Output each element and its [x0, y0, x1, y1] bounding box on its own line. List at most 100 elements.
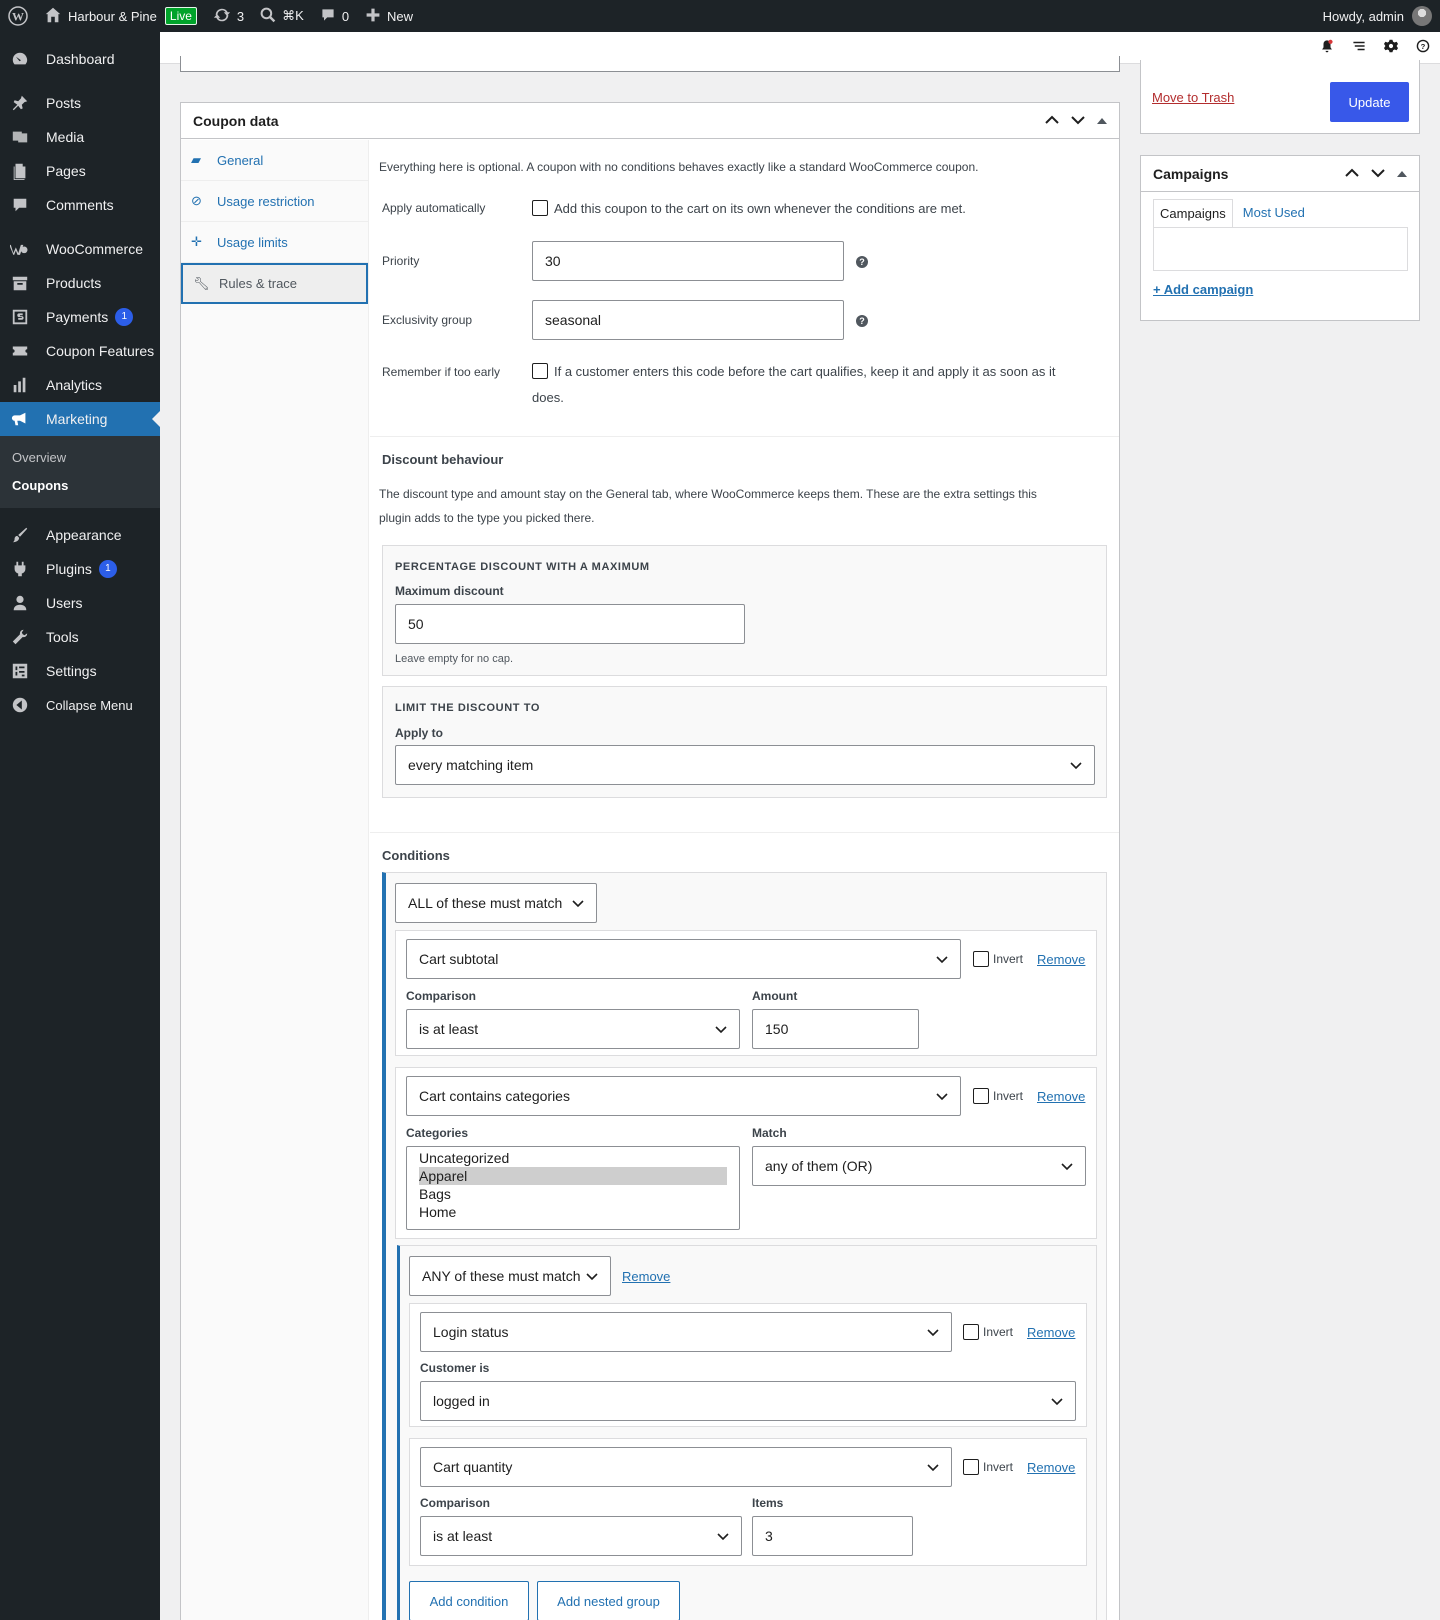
menu-payments[interactable]: Payments 1 — [0, 300, 160, 334]
gear-icon[interactable] — [1384, 39, 1398, 56]
plus-icon — [365, 7, 381, 26]
wordpress-logo-icon[interactable]: W — [0, 0, 36, 32]
condition-type-select[interactable]: Cart contains categories — [406, 1076, 961, 1116]
menu-woocommerce[interactable]: WooCommerce — [0, 232, 160, 266]
invert-checkbox[interactable] — [973, 1088, 989, 1104]
invert-checkbox[interactable] — [963, 1324, 979, 1340]
remember-checkbox[interactable] — [532, 363, 548, 379]
help-icon[interactable]: ? — [1416, 39, 1430, 56]
match-select[interactable]: any of them (OR) — [752, 1146, 1086, 1186]
category-option-selected[interactable]: Apparel — [419, 1167, 727, 1185]
group-match-select[interactable]: ALL of these must match — [395, 883, 597, 923]
menu-media[interactable]: Media — [0, 120, 160, 154]
menu-analytics[interactable]: Analytics — [0, 368, 160, 402]
chevron-down-icon — [586, 1269, 598, 1285]
apply-auto-checkbox[interactable] — [532, 200, 548, 216]
customer-is-select[interactable]: logged in — [420, 1381, 1076, 1421]
intro-text: Everything here is optional. A coupon wi… — [379, 160, 979, 174]
chevron-down-icon — [936, 952, 948, 968]
menu-coupon-features[interactable]: Coupon Features — [0, 334, 160, 368]
exclusivity-input[interactable]: seasonal — [532, 300, 844, 340]
add-campaign-link[interactable]: + Add campaign — [1153, 282, 1253, 297]
toggle-panel-icon[interactable] — [1397, 167, 1407, 181]
condition-type-select[interactable]: Cart quantity — [420, 1447, 952, 1487]
menu-users[interactable]: Users — [0, 586, 160, 620]
menu-dashboard[interactable]: Dashboard — [0, 42, 160, 76]
update-button[interactable]: Update — [1330, 82, 1409, 122]
move-down-icon[interactable] — [1071, 114, 1085, 128]
remove-condition-link[interactable]: Remove — [1037, 952, 1085, 967]
menu-tools[interactable]: Tools — [0, 620, 160, 654]
tab-rules-trace[interactable]: 🔧︎ Rules & trace — [181, 263, 368, 304]
submenu-overview[interactable]: Overview — [0, 444, 160, 472]
menu-appearance[interactable]: Appearance — [0, 518, 160, 552]
command-palette-link[interactable]: ⌘K — [252, 0, 312, 32]
svg-text:W: W — [12, 10, 24, 24]
menu-comments[interactable]: Comments — [0, 188, 160, 222]
menu-settings[interactable]: Settings — [0, 654, 160, 688]
invert-toggle[interactable]: Invert — [973, 1088, 1023, 1104]
invert-toggle[interactable]: Invert — [973, 951, 1023, 967]
chevron-down-icon — [1070, 758, 1082, 774]
menu-pages[interactable]: Pages — [0, 154, 160, 188]
apply-to-select[interactable]: every matching item — [395, 745, 1095, 785]
discount-behaviour-title: Discount behaviour — [382, 452, 504, 467]
site-name-link[interactable]: Harbour & Pine Live — [36, 0, 205, 32]
tab-most-used[interactable]: Most Used — [1233, 199, 1311, 227]
tab-usage-restriction[interactable]: ⊘ Usage restriction — [181, 181, 368, 222]
remove-condition-link[interactable]: Remove — [1037, 1089, 1085, 1104]
menu-marketing[interactable]: Marketing — [0, 402, 160, 436]
move-down-icon[interactable] — [1371, 167, 1385, 181]
move-to-trash-link[interactable]: Move to Trash — [1152, 90, 1234, 105]
comparison-select[interactable]: is at least — [420, 1516, 742, 1556]
remove-group-link[interactable]: Remove — [622, 1269, 670, 1284]
category-option[interactable]: Home — [419, 1203, 727, 1221]
menu-plugins[interactable]: Plugins 1 — [0, 552, 160, 586]
svg-text:?: ? — [1421, 42, 1426, 51]
priority-help-icon[interactable]: ? — [856, 256, 868, 268]
tab-general[interactable]: ▰ General — [181, 140, 368, 181]
condition-type-select[interactable]: Cart subtotal — [406, 939, 961, 979]
items-input[interactable]: 3 — [752, 1516, 913, 1556]
condition-type-select[interactable]: Login status — [420, 1312, 952, 1352]
menu-posts[interactable]: Posts — [0, 86, 160, 120]
comparison-select[interactable]: is at least — [406, 1009, 740, 1049]
media-icon — [10, 127, 30, 147]
category-option[interactable]: Bags — [419, 1185, 727, 1203]
amount-input[interactable]: 150 — [752, 1009, 919, 1049]
invert-toggle[interactable]: Invert — [963, 1459, 1013, 1475]
updates-link[interactable]: 3 — [205, 0, 252, 32]
invert-checkbox[interactable] — [973, 951, 989, 967]
condition-rule: Cart quantity Invert Remove Comparison i… — [409, 1438, 1087, 1566]
add-nested-group-button[interactable]: Add nested group — [537, 1581, 680, 1620]
list-icon[interactable] — [1352, 39, 1366, 56]
notification-bell-icon[interactable] — [1320, 39, 1334, 56]
features-icon — [10, 341, 30, 361]
tab-all-campaigns[interactable]: Campaigns — [1153, 199, 1233, 227]
description-textarea-bottom[interactable] — [180, 56, 1120, 72]
move-up-icon[interactable] — [1045, 114, 1059, 128]
comments-link[interactable]: 0 — [312, 0, 357, 32]
move-up-icon[interactable] — [1345, 167, 1359, 181]
avatar[interactable] — [1412, 6, 1432, 26]
toggle-panel-icon[interactable] — [1097, 114, 1107, 128]
exclusivity-help-icon[interactable]: ? — [856, 315, 868, 327]
remove-condition-link[interactable]: Remove — [1027, 1460, 1075, 1475]
invert-checkbox[interactable] — [963, 1459, 979, 1475]
new-content-link[interactable]: New — [357, 0, 421, 32]
percentage-max-heading: PERCENTAGE DISCOUNT WITH A MAXIMUM — [395, 561, 650, 573]
menu-collapse[interactable]: Collapse Menu — [0, 688, 160, 722]
tab-usage-limits[interactable]: ✛ Usage limits — [181, 222, 368, 263]
invert-toggle[interactable]: Invert — [963, 1324, 1013, 1340]
exclusivity-label: Exclusivity group — [382, 313, 473, 327]
howdy-link[interactable]: Howdy, admin — [1323, 9, 1404, 24]
submenu-coupons[interactable]: Coupons — [0, 472, 160, 500]
add-condition-button[interactable]: Add condition — [409, 1581, 529, 1620]
menu-products[interactable]: Products — [0, 266, 160, 300]
priority-input[interactable]: 30 — [532, 241, 844, 281]
max-discount-input[interactable]: 50 — [395, 604, 745, 644]
category-option[interactable]: Uncategorized — [419, 1149, 727, 1167]
remove-condition-link[interactable]: Remove — [1027, 1325, 1075, 1340]
categories-listbox[interactable]: Uncategorized Apparel Bags Home — [406, 1146, 740, 1230]
nested-match-select[interactable]: ANY of these must match — [409, 1256, 611, 1296]
